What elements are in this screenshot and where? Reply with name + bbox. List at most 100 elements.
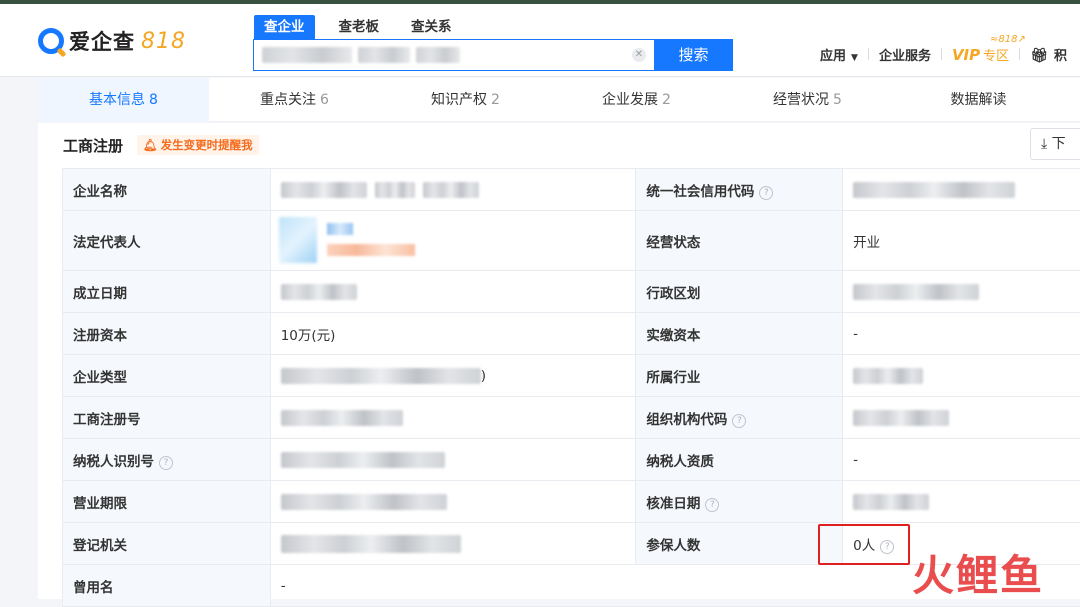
credit-code-value xyxy=(843,169,1080,211)
redacted-text xyxy=(853,410,949,426)
logo-text: 爱企查 xyxy=(69,26,135,56)
bell-icon: 🔔︎ xyxy=(143,138,158,152)
nav-vip-zone[interactable]: VIP专区 xyxy=(952,45,1009,64)
annotation-highlight-box xyxy=(818,524,910,565)
tab-label: 重点关注 xyxy=(260,92,316,108)
nav-points[interactable]: 🎁︎ 积 xyxy=(1030,45,1067,64)
redacted-text xyxy=(281,494,447,510)
redacted-text xyxy=(281,410,403,426)
nav-points-label: 积 xyxy=(1054,49,1067,64)
vip-label: VIP xyxy=(952,46,980,64)
redacted-text xyxy=(281,452,445,468)
credit-code-label: 统一社会信用代码? xyxy=(636,169,843,211)
table-row: 工商注册号 组织机构代码? xyxy=(63,397,1080,439)
section-title: 工商注册 xyxy=(63,135,123,156)
org-code-label-text: 组织机构代码 xyxy=(646,412,727,428)
tab-label: 数据解读 xyxy=(951,92,1007,108)
download-label: 下 xyxy=(1052,136,1066,152)
taxpayer-id-label: 纳税人识别号? xyxy=(63,439,271,481)
tab-data-insight[interactable]: 数据解读 xyxy=(893,78,1064,122)
registration-table: 企业名称 统一社会信用代码? 法定代表人 经营状态 开业 成立日期 行政区划 注… xyxy=(62,168,1080,607)
search-tab-boss[interactable]: 查老板 xyxy=(339,15,380,39)
company-type-value: ) xyxy=(270,355,636,397)
search-tabs: 查企业 查老板 查关系 xyxy=(254,15,484,39)
company-type-label: 企业类型 xyxy=(63,355,271,397)
insured-label: 参保人数 xyxy=(636,523,843,565)
paid-capital-value: - xyxy=(843,313,1080,355)
tab-basic-info[interactable]: 基本信息8 xyxy=(38,78,209,122)
clear-icon[interactable]: ✕ xyxy=(632,48,646,62)
taxpayer-id-label-text: 纳税人识别号 xyxy=(73,454,154,470)
tab-count: 2 xyxy=(662,92,671,108)
avatar xyxy=(279,217,317,263)
table-row: 注册资本 10万(元) 实缴资本 - xyxy=(63,313,1080,355)
nav-apps-label: 应用 xyxy=(820,49,846,64)
redacted-text xyxy=(853,284,979,300)
status-label: 经营状态 xyxy=(636,211,843,271)
table-row: 成立日期 行政区划 xyxy=(63,271,1080,313)
redacted-text xyxy=(853,182,1015,198)
legal-rep-value xyxy=(270,211,636,271)
tab-operations[interactable]: 经营状况5 xyxy=(722,78,893,122)
redacted-tag xyxy=(327,244,415,256)
header-nav: 应用▼ 企业服务 VIP专区 🎁︎ 积 xyxy=(820,44,1067,64)
help-icon[interactable]: ? xyxy=(159,456,173,470)
tab-count: 8 xyxy=(149,92,158,108)
logo[interactable]: 爱企查 818 xyxy=(38,26,186,56)
approval-date-label-text: 核准日期 xyxy=(646,496,700,512)
paid-capital-label: 实缴资本 xyxy=(636,313,843,355)
legal-rep-label: 法定代表人 xyxy=(63,211,271,271)
change-remind-button[interactable]: 🔔︎发生变更时提醒我 xyxy=(137,135,259,155)
redacted-text xyxy=(375,182,415,198)
industry-value xyxy=(843,355,1080,397)
status-value: 开业 xyxy=(843,211,1080,271)
help-icon[interactable]: ? xyxy=(705,498,719,512)
industry-label: 所属行业 xyxy=(636,355,843,397)
tab-development[interactable]: 企业发展2 xyxy=(551,78,722,122)
logo-icon xyxy=(38,28,64,54)
tab-count: 6 xyxy=(320,92,329,108)
logo-badge: 818 xyxy=(141,29,186,54)
capital-label: 注册资本 xyxy=(63,313,271,355)
company-type-suffix: ) xyxy=(481,368,486,384)
nav-enterprise-service[interactable]: 企业服务 xyxy=(879,45,931,64)
redacted-text xyxy=(281,535,461,553)
org-code-label: 组织机构代码? xyxy=(636,397,843,439)
tab-ip[interactable]: 知识产权2 xyxy=(380,78,551,122)
search-query-redacted xyxy=(262,47,352,63)
taxpayer-qual-label: 纳税人资质 xyxy=(636,439,843,481)
tab-count: 2 xyxy=(491,92,500,108)
watermark: 火鲤鱼 xyxy=(912,553,1044,599)
tab-key-attention[interactable]: 重点关注6 xyxy=(209,78,380,122)
remind-label: 发生变更时提醒我 xyxy=(161,138,253,152)
detail-tabs: 基本信息8 重点关注6 知识产权2 企业发展2 经营状况5 数据解读 xyxy=(38,78,1080,122)
tab-label: 企业发展 xyxy=(602,92,658,108)
help-icon[interactable]: ? xyxy=(732,414,746,428)
tab-label: 基本信息 xyxy=(89,92,145,108)
tab-count: 5 xyxy=(833,92,842,108)
authority-value xyxy=(270,523,636,565)
redacted-text xyxy=(853,368,923,384)
search-tab-relation[interactable]: 查关系 xyxy=(411,15,452,39)
download-button[interactable]: ⤓ 下 xyxy=(1030,128,1080,160)
taxpayer-id-value xyxy=(270,439,636,481)
search-query-redacted xyxy=(358,47,410,63)
former-name-label: 曾用名 xyxy=(63,565,271,607)
redacted-name[interactable] xyxy=(327,223,353,235)
nav-apps[interactable]: 应用▼ xyxy=(820,45,858,64)
search-box: ✕ 搜索 xyxy=(253,39,732,71)
help-icon[interactable]: ? xyxy=(759,186,773,200)
search-button[interactable]: 搜索 xyxy=(654,39,733,71)
table-row: 纳税人识别号? 纳税人资质 - xyxy=(63,439,1080,481)
table-row: 企业类型 ) 所属行业 xyxy=(63,355,1080,397)
region-value xyxy=(843,271,1080,313)
authority-label: 登记机关 xyxy=(63,523,271,565)
search-query-redacted xyxy=(416,47,460,63)
nav-divider xyxy=(868,48,869,60)
gift-icon: 🎁︎ xyxy=(1030,48,1048,64)
table-row: 法定代表人 经营状态 开业 xyxy=(63,211,1080,271)
redacted-text xyxy=(281,182,367,198)
reg-number-value xyxy=(270,397,636,439)
search-tab-company[interactable]: 查企业 xyxy=(254,15,315,39)
capital-value: 10万(元) xyxy=(270,313,636,355)
